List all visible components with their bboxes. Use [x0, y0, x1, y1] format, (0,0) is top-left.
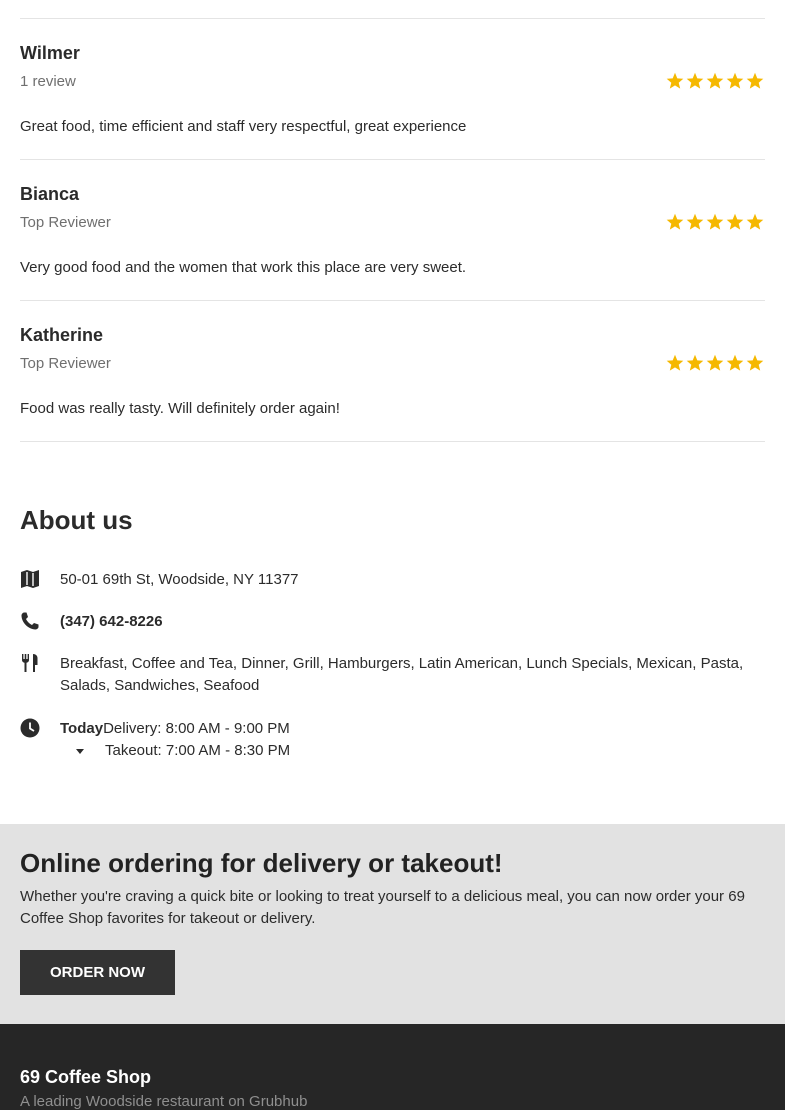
star-icon	[705, 212, 725, 232]
clock-icon	[20, 718, 40, 738]
footer: 69 Coffee Shop A leading Woodside restau…	[0, 1024, 785, 1110]
map-icon	[20, 569, 40, 589]
review-text: Great food, time efficient and staff ver…	[20, 118, 467, 135]
footer-restaurant-name: 69 Coffee Shop	[20, 1067, 152, 1087]
utensils-icon	[20, 653, 40, 673]
star-icon	[665, 353, 685, 373]
hours-line-takeout: Takeout: 7:00 AM - 8:30 PM	[60, 740, 765, 762]
star-icon	[725, 212, 745, 232]
reviews-list: Wilmer 1 review Great food, time efficie…	[20, 0, 765, 442]
hours-line-delivery: TodayDelivery: 8:00 AM - 9:00 PM	[60, 718, 765, 740]
phone-link[interactable]: (347) 642-8226	[60, 611, 765, 633]
star-rating	[665, 353, 765, 373]
star-icon	[685, 353, 705, 373]
address-text[interactable]: 50-01 69th St, Woodside, NY 11377	[60, 569, 765, 591]
star-icon	[665, 212, 685, 232]
star-icon	[705, 71, 725, 91]
footer-tagline: A leading Woodside restaurant on Grubhub	[20, 1093, 308, 1110]
review-text: Very good food and the women that work t…	[20, 259, 467, 276]
star-icon	[745, 353, 765, 373]
reviewer-name: Katherine	[20, 325, 104, 345]
hours-block: TodayDelivery: 8:00 AM - 9:00 PM Takeout…	[60, 718, 765, 762]
order-title: Online ordering for delivery or takeout!	[20, 848, 503, 878]
review-text: Food was really tasty. Will definitely o…	[20, 400, 340, 417]
star-icon	[745, 212, 765, 232]
order-online-section: Online ordering for delivery or takeout!…	[0, 824, 785, 1024]
star-icon	[705, 353, 725, 373]
review-item: Bianca Top Reviewer Very good food and t…	[20, 159, 765, 300]
star-rating	[665, 212, 765, 232]
phone-icon	[20, 611, 40, 631]
delivery-hours: Delivery: 8:00 AM - 9:00 PM	[103, 720, 290, 737]
reviewer-name: Wilmer	[20, 43, 80, 63]
reviewer-meta: 1 review	[20, 73, 76, 90]
star-icon	[725, 71, 745, 91]
about-section: About us 50-01 69th St, Woodside, NY 113…	[20, 505, 765, 759]
reviewer-meta: Top Reviewer	[20, 355, 111, 372]
star-icon	[685, 212, 705, 232]
review-item: Katherine Top Reviewer Food was really t…	[20, 300, 765, 441]
takeout-hours: Takeout: 7:00 AM - 8:30 PM	[105, 742, 291, 759]
order-now-button[interactable]: ORDER NOW	[20, 950, 175, 995]
review-item: Wilmer 1 review Great food, time efficie…	[20, 18, 765, 159]
about-title: About us	[20, 505, 133, 535]
reviewer-meta: Top Reviewer	[20, 214, 111, 231]
star-icon	[745, 71, 765, 91]
order-description: Whether you're craving a quick bite or l…	[20, 888, 745, 927]
divider	[20, 441, 765, 442]
star-icon	[665, 71, 685, 91]
cuisine-list: Breakfast, Coffee and Tea, Dinner, Grill…	[60, 655, 744, 694]
chevron-down-icon[interactable]	[76, 748, 84, 754]
star-icon	[685, 71, 705, 91]
today-label: Today	[60, 720, 104, 737]
star-icon	[725, 353, 745, 373]
reviewer-name: Bianca	[20, 184, 80, 204]
star-rating	[665, 71, 765, 91]
